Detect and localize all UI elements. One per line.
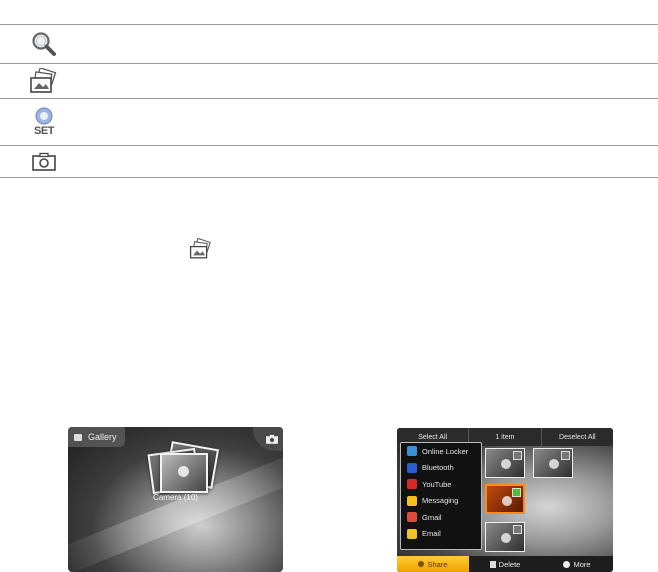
share-button[interactable]: Share (397, 556, 469, 572)
search-icon (28, 28, 60, 60)
share-menu: Online Locker Bluetooth YouTube Messagin… (400, 442, 482, 550)
gallery-screenshot: Gallery Camera (10) (68, 427, 283, 572)
play-icon (178, 466, 189, 477)
gallery-icon (28, 66, 60, 96)
share-option-email[interactable]: Email (401, 526, 481, 543)
menu-item-label: Gmail (422, 512, 442, 522)
menu-item-label: Messaging (422, 496, 459, 506)
camera-icon (266, 434, 278, 444)
media-thumbnail[interactable] (533, 448, 573, 478)
gallery-tab-label: Gallery (88, 432, 117, 442)
camera-icon (28, 148, 60, 175)
media-thumbnail[interactable] (485, 522, 525, 552)
media-thumbnail[interactable] (485, 448, 525, 478)
share-option-gmail[interactable]: Gmail (401, 509, 481, 526)
messaging-icon (407, 495, 417, 506)
deselect-all-button[interactable]: Deselect All (542, 428, 613, 446)
camera-shortcut-button[interactable] (253, 427, 283, 451)
share-icon (418, 561, 425, 567)
album-label: Camera (10) (153, 493, 198, 502)
online-locker-icon (407, 446, 417, 457)
delete-label: Delete (498, 559, 521, 569)
more-icon (563, 560, 571, 568)
share-screenshot: Select All 1 item Deselect All Online Lo… (397, 428, 613, 572)
share-label: Share (427, 559, 448, 569)
gallery-tab-icon (74, 433, 82, 441)
menu-item-label: Bluetooth (422, 463, 454, 473)
table-row-divider (0, 145, 658, 146)
share-option-messaging[interactable]: Messaging (401, 493, 481, 510)
share-option-youtube[interactable]: YouTube (401, 476, 481, 493)
gmail-icon (407, 512, 417, 523)
media-thumbnail-selected[interactable] (485, 484, 525, 514)
table-bottom-rule (0, 177, 658, 178)
gallery-tab[interactable]: Gallery (68, 427, 125, 447)
gallery-icon (189, 237, 213, 260)
table-top-rule (0, 24, 658, 25)
delete-button[interactable]: Delete (469, 556, 541, 572)
album-photo (160, 453, 208, 493)
menu-item-label: Email (422, 529, 441, 539)
table-row-divider (0, 98, 658, 99)
more-label: More (573, 559, 591, 569)
share-option-bluetooth[interactable]: Bluetooth (401, 460, 481, 477)
share-option-online-locker[interactable]: Online Locker (401, 443, 481, 460)
more-button[interactable]: More (541, 556, 613, 572)
menu-item-label: Online Locker (422, 446, 469, 456)
table-row-divider (0, 63, 658, 64)
email-icon (407, 528, 417, 539)
menu-item-label: YouTube (422, 479, 452, 489)
settings-set-icon: SET (28, 101, 60, 143)
bluetooth-icon (407, 462, 417, 473)
trash-icon (489, 560, 496, 568)
set-badge-text: SET (34, 125, 54, 137)
action-bottom-bar: Share Delete More (397, 556, 613, 572)
youtube-icon (407, 479, 417, 490)
